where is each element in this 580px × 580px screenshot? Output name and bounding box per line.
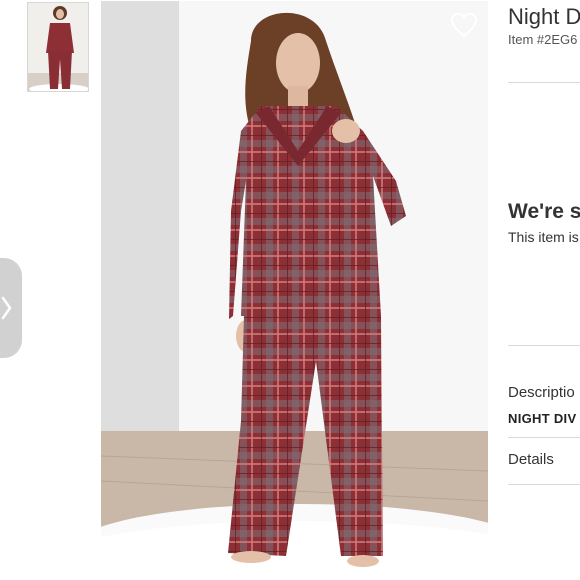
chevron-right-icon <box>1 296 12 320</box>
product-title: Night D <box>508 4 580 29</box>
availability-message: This item is <box>508 229 579 245</box>
availability-heading: We're s <box>508 200 580 223</box>
product-thumbnail[interactable] <box>27 2 89 92</box>
divider <box>508 437 580 438</box>
thumbnail-image <box>28 3 88 91</box>
details-section-toggle[interactable]: Details <box>508 451 554 468</box>
divider <box>508 484 580 485</box>
previous-next-arrow-button[interactable] <box>0 258 22 358</box>
favorite-button[interactable] <box>450 12 478 38</box>
main-product-image[interactable] <box>101 1 488 579</box>
heart-icon <box>450 12 478 38</box>
brand-name: NIGHT DIV <box>508 411 577 426</box>
product-info-panel: Night D Item #2EG6 We're s This item is … <box>491 0 580 580</box>
model-in-plaid-pajamas-photo <box>101 1 488 579</box>
item-number: Item #2EG6 <box>508 32 578 47</box>
divider <box>508 82 580 83</box>
description-section-toggle[interactable]: Descriptio <box>508 384 575 401</box>
divider <box>508 345 580 346</box>
